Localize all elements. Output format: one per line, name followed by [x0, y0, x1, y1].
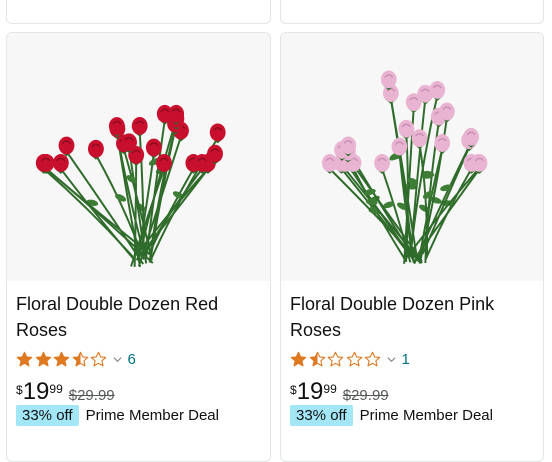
price-whole: 19	[22, 378, 50, 405]
rose-head	[87, 139, 104, 160]
rose-head	[131, 116, 148, 137]
product-image[interactable]	[281, 33, 543, 281]
rose-head	[209, 123, 226, 144]
rose-stem	[424, 168, 473, 260]
rose-head	[52, 154, 69, 174]
star-half-icon	[72, 351, 88, 366]
rose-head	[374, 154, 390, 174]
price-fraction: 99	[323, 382, 337, 396]
deal-row: 33% off Prime Member Deal	[16, 405, 219, 426]
deal-row: 33% off Prime Member Deal	[290, 405, 493, 426]
rating-row[interactable]: 1	[290, 348, 410, 370]
rose-head	[434, 134, 451, 154]
discount-badge: 33% off	[16, 405, 79, 426]
star-half-icon	[309, 351, 325, 366]
chevron-down-icon[interactable]	[112, 355, 122, 364]
deal-label: Prime Member Deal	[85, 407, 219, 424]
star-empty-icon	[346, 351, 362, 366]
review-count-link[interactable]: 6	[128, 351, 136, 368]
product-title[interactable]: Floral Double Dozen Red Roses	[16, 291, 256, 343]
pink-roses-bouquet-image	[321, 70, 488, 265]
product-card-partial-right[interactable]	[280, 0, 544, 24]
product-card[interactable]: Floral Double Dozen Red Roses 6 $ 19 99 …	[6, 32, 271, 462]
star-empty-icon	[90, 351, 107, 366]
discount-badge: 33% off	[290, 405, 353, 426]
product-image[interactable]	[7, 33, 270, 281]
price-symbol: $	[16, 383, 23, 397]
star-empty-icon	[364, 351, 381, 366]
price: $ 19 99 $29.99	[16, 379, 115, 405]
price-fraction: 99	[49, 382, 63, 396]
price-whole: 19	[296, 378, 324, 405]
price-symbol: $	[290, 383, 297, 397]
list-price: $29.99	[342, 387, 389, 404]
red-roses-bouquet-image	[35, 104, 226, 268]
star-rating[interactable]	[16, 351, 109, 368]
star-full-icon	[16, 351, 33, 366]
product-card[interactable]: Floral Double Dozen Pink Roses 1 $ 19 99…	[280, 32, 544, 462]
deal-label: Prime Member Deal	[359, 407, 493, 424]
rose-head	[58, 136, 75, 157]
list-price: $29.99	[68, 387, 115, 404]
product-title[interactable]: Floral Double Dozen Pink Roses	[290, 291, 530, 343]
product-card-partial-left[interactable]	[6, 0, 271, 24]
star-full-icon	[35, 351, 51, 366]
star-empty-icon	[327, 351, 344, 366]
review-count-link[interactable]: 1	[402, 351, 410, 368]
rating-row[interactable]: 6	[16, 348, 136, 370]
star-full-icon	[53, 351, 70, 366]
star-rating[interactable]	[290, 351, 383, 368]
price: $ 19 99 $29.99	[290, 379, 389, 405]
rose-head	[321, 154, 338, 174]
star-full-icon	[290, 351, 307, 366]
chevron-down-icon[interactable]	[386, 355, 396, 364]
rose-head	[411, 129, 428, 149]
